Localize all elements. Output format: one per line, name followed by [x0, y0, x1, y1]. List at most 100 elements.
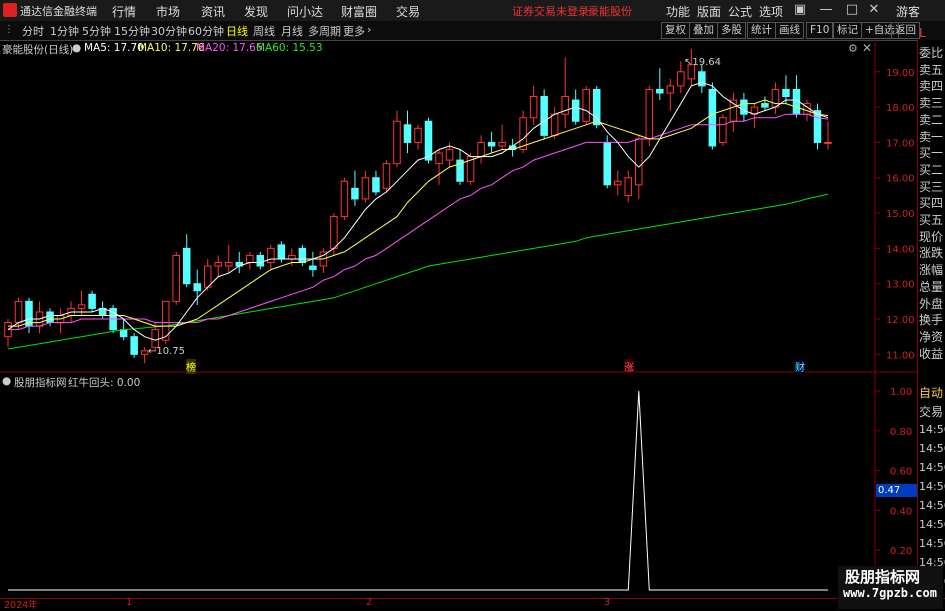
menu-jiaoyi[interactable]: 交易 — [396, 3, 420, 20]
candle-body — [225, 262, 233, 267]
candle-body — [203, 265, 212, 288]
quote-label: 净资 — [919, 329, 944, 344]
date-axis — [0, 598, 945, 610]
period-fenshi[interactable]: 分时 — [22, 23, 44, 39]
event-marker-zhang[interactable]: 涨 — [624, 359, 634, 374]
y-tick-label: 19.00 — [886, 68, 915, 79]
menu-shichang[interactable]: 市场 — [156, 3, 180, 20]
f10-button[interactable]: F10 — [806, 22, 834, 39]
y-tick-label: 11.00 — [886, 350, 915, 361]
period-week[interactable]: 周线 — [253, 23, 275, 39]
quote-label: 卖四 — [919, 79, 944, 94]
candle-body — [277, 244, 286, 260]
quote-label: L — [919, 26, 926, 40]
quote-label: 买五 — [919, 213, 944, 227]
candle-body — [761, 103, 769, 108]
tick-time-label: 14:56 — [919, 537, 945, 550]
period-1min[interactable]: 1分钟 — [50, 23, 79, 39]
candle-body — [361, 177, 370, 200]
candle-body — [46, 311, 54, 324]
multi-stock-button[interactable]: 多股 — [717, 22, 746, 39]
candle-body — [309, 265, 317, 271]
tick-time-label: 14:56 — [919, 461, 945, 474]
overlay-button[interactable]: 叠加 — [689, 22, 718, 39]
minimize-icon[interactable]: — — [818, 2, 834, 17]
menu-wenxiaoda[interactable]: 问小达 — [287, 3, 323, 20]
period-5min[interactable]: 5分钟 — [82, 23, 111, 39]
period-day[interactable]: 日线 — [226, 23, 248, 39]
menu-banmian[interactable]: 版面 — [697, 3, 721, 20]
candle-body — [267, 247, 275, 264]
trade-login-notice[interactable]: 证券交易未登录 — [512, 3, 589, 19]
ind-tick-label: 0.20 — [890, 546, 912, 557]
crosshair-value-badge: 0.47 — [876, 484, 918, 497]
menu-xuanxiang[interactable]: 选项 — [759, 3, 783, 20]
candle-body — [214, 262, 223, 267]
candle-body — [635, 138, 643, 186]
quote-label: 委比 — [919, 46, 944, 60]
quote-label: 买二 — [919, 162, 944, 177]
period-60min[interactable]: 60分钟 — [188, 23, 224, 39]
quote-label: 涨跌 — [919, 246, 944, 261]
ind-tick-label: 1.00 — [890, 387, 912, 398]
back-button[interactable]: 返回 — [891, 22, 920, 39]
candle-body — [77, 304, 86, 309]
more-chevron-icon[interactable]: › — [367, 23, 371, 36]
candlestick-chart[interactable]: 19.00 18.00 17.00 16.00 15.00 14.00 13.00 12.00… — [0, 40, 917, 373]
candle-body — [182, 247, 191, 285]
candle-body — [340, 180, 349, 218]
auto-trade-label[interactable]: 自动 — [919, 384, 943, 401]
guest-label[interactable]: 游客 — [896, 3, 920, 20]
date-label-m1: 1 — [126, 597, 133, 608]
y-tick-label: 17.00 — [886, 138, 915, 149]
candle-body — [529, 96, 538, 119]
period-multi[interactable]: 多周期 — [308, 23, 341, 39]
candle-body — [445, 148, 454, 161]
period-month[interactable]: 月线 — [281, 23, 303, 39]
y-tick-label: 12.00 — [886, 315, 915, 326]
stats-button[interactable]: 统计 — [747, 22, 776, 39]
event-marker-cai[interactable]: 财 — [795, 359, 805, 374]
candle-body — [393, 120, 401, 165]
period-15min[interactable]: 15分钟 — [114, 23, 150, 39]
menu-gongneng[interactable]: 功能 — [666, 3, 690, 20]
candle-body — [656, 88, 664, 94]
indicator-chart[interactable]: 1.00 0.80 0.60 0.40 0.20 — [0, 373, 917, 598]
quote-label: 收益 — [919, 346, 944, 361]
quote-label: 外盘 — [919, 296, 944, 311]
candle-body — [298, 247, 307, 264]
candle-body — [414, 127, 422, 143]
candle-body — [782, 88, 790, 98]
window-restore-icon[interactable]: ▣ — [792, 2, 808, 17]
menu-faxian[interactable]: 发现 — [244, 3, 268, 20]
menu-gongshi[interactable]: 公式 — [728, 3, 752, 20]
candle-body — [88, 293, 96, 309]
fuquan-button[interactable]: 复权 — [661, 22, 690, 39]
watermark-title: 股朋指标网 — [845, 568, 921, 586]
menu-zixun[interactable]: 资讯 — [201, 3, 225, 20]
candle-body — [403, 124, 412, 143]
period-30min[interactable]: 30分钟 — [151, 23, 187, 39]
trade-label[interactable]: 交易 — [919, 403, 943, 420]
candle-body — [477, 141, 485, 158]
menu-hangqing[interactable]: 行情 — [112, 3, 136, 20]
event-marker-bang[interactable]: 榜 — [186, 359, 196, 374]
quote-label: 卖五 — [919, 62, 944, 77]
candle-body — [288, 254, 296, 260]
candle-body — [498, 141, 506, 147]
y-tick-label: 16.00 — [886, 174, 915, 185]
candle-body — [740, 99, 748, 115]
candle-body — [351, 187, 359, 200]
menu-caifuquan[interactable]: 财富圈 — [341, 3, 377, 20]
candle-body — [571, 99, 580, 122]
candle-body — [246, 254, 254, 264]
mark-button[interactable]: 标记 — [833, 22, 862, 39]
high-price-label: ↖19.64 — [684, 57, 722, 68]
candle-body — [603, 141, 611, 186]
draw-line-button[interactable]: 画线 — [775, 22, 804, 39]
period-more[interactable]: 更多 — [343, 23, 365, 39]
close-icon[interactable]: ✕ — [866, 2, 882, 17]
quote-label: 涨幅 — [919, 263, 944, 278]
maximize-icon[interactable]: □ — [844, 2, 860, 17]
toolbar-grip-icon: ⋮ — [4, 24, 14, 35]
